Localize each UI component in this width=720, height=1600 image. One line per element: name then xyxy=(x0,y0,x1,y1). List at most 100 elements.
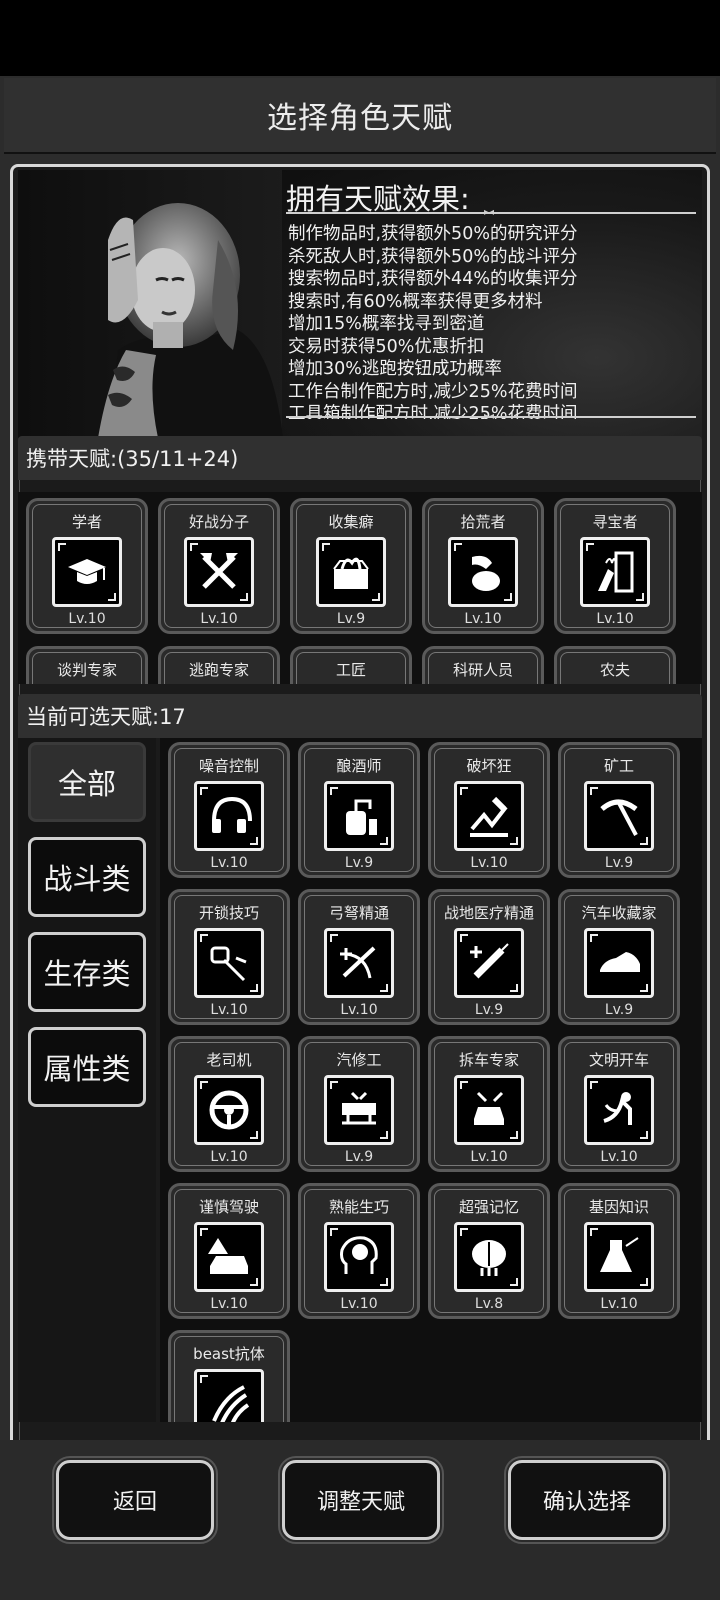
brain-head-icon xyxy=(324,1222,394,1292)
talent-card[interactable]: 战地医疗精通 Lv.9 xyxy=(428,889,550,1025)
talent-name: 老司机 xyxy=(206,1051,252,1069)
talent-name: 文明开车 xyxy=(588,1051,649,1069)
talent-name: 农夫 xyxy=(599,661,630,679)
talent-name: 开锁技巧 xyxy=(198,904,259,922)
talent-card[interactable]: 好战分子 Lv.10 xyxy=(158,498,280,634)
talent-card[interactable]: 老司机 Lv.10 xyxy=(168,1036,290,1172)
confirm-selection-button[interactable]: 确认选择 xyxy=(504,1456,670,1544)
carried-talent-grid[interactable]: 学者 Lv.10 好战分子 Lv.10 收集癖 Lv.9 拾荒者 Lv.10 寻宝者 Lv.10 谈… xyxy=(18,492,702,684)
talent-name: 弓弩精通 xyxy=(328,904,389,922)
talent-card[interactable]: 矿工 Lv.9 xyxy=(558,742,680,878)
talent-level: Lv.10 xyxy=(210,1002,248,1018)
talent-card[interactable]: 弓弩精通 Lv.10 xyxy=(298,889,420,1025)
talent-card[interactable]: 谨慎驾驶 Lv.10 xyxy=(168,1183,290,1319)
talent-card[interactable]: 酿酒师 Lv.9 xyxy=(298,742,420,878)
effects-list[interactable]: 制作物品时,获得额外50%的研究评分 杀死敌人时,获得额外50%的战斗评分 搜索物品… xyxy=(288,223,688,419)
talent-card[interactable]: 拆车专家 Lv.10 xyxy=(428,1036,550,1172)
headphones-icon xyxy=(194,781,264,851)
sack-icon xyxy=(448,537,518,607)
talent-card[interactable]: 科研人员 xyxy=(422,646,544,684)
talent-name: 酿酒师 xyxy=(336,757,382,775)
talent-level: Lv.9 xyxy=(336,611,366,627)
category-tab[interactable]: 全部 xyxy=(28,742,146,822)
page-title: 选择角色天赋 xyxy=(267,101,453,136)
category-tab[interactable]: 战斗类 xyxy=(28,837,146,917)
back-button[interactable]: 返回 xyxy=(52,1456,218,1544)
talent-card[interactable]: 基因知识 Lv.10 xyxy=(558,1183,680,1319)
talent-name: 学者 xyxy=(71,513,102,531)
carried-label: 携带天赋:(35/11+24) xyxy=(26,447,239,471)
effect-line: 制作物品时,获得额外50%的研究评分 xyxy=(288,224,578,244)
talent-name: 谨慎驾驶 xyxy=(198,1198,259,1216)
carried-header: 携带天赋:(35/11+24) xyxy=(18,436,702,480)
talent-name: 谈判专家 xyxy=(56,661,117,679)
talent-level: Lv.10 xyxy=(210,855,248,871)
sports-car-icon xyxy=(584,928,654,998)
available-label: 当前可选天赋:17 xyxy=(26,705,186,729)
talent-level: Lv.10 xyxy=(470,1149,508,1165)
talent-card[interactable]: 汽车收藏家 Lv.9 xyxy=(558,889,680,1025)
warning-car-icon xyxy=(194,1222,264,1292)
talent-card[interactable]: 汽修工 Lv.9 xyxy=(298,1036,420,1172)
category-tab[interactable]: 属性类 xyxy=(28,1027,146,1107)
talent-card[interactable]: 工匠 xyxy=(290,646,412,684)
talent-name: 基因知识 xyxy=(588,1198,649,1216)
talent-name: 科研人员 xyxy=(452,661,513,679)
talent-level: Lv.10 xyxy=(596,611,634,627)
talent-level: Lv.9 xyxy=(604,1002,634,1018)
talent-name: 矿工 xyxy=(603,757,634,775)
effect-line: 增加15%概率找寻到密道 xyxy=(288,314,485,334)
effects-divider-top: ▸◂ xyxy=(286,207,696,218)
available-talent-grid[interactable]: 噪音控制 Lv.10 酿酒师 Lv.9 破坏狂 Lv.10 矿工 Lv.9 开锁技巧 Lv.10 弓… xyxy=(160,738,702,1422)
effect-line: 搜索物品时,获得额外44%的收集评分 xyxy=(288,269,578,289)
talent-card[interactable]: 超强记忆 Lv.8 xyxy=(428,1183,550,1319)
still-icon xyxy=(324,781,394,851)
talent-name: beast抗体 xyxy=(193,1345,265,1363)
claw-marks-icon xyxy=(194,1369,264,1422)
talent-level: Lv.9 xyxy=(474,1002,504,1018)
talent-card[interactable]: beast抗体 xyxy=(168,1330,290,1422)
adjust-talent-button[interactable]: 调整天赋 xyxy=(278,1456,444,1544)
talent-card[interactable]: 文明开车 Lv.10 xyxy=(558,1036,680,1172)
talent-name: 汽修工 xyxy=(336,1051,382,1069)
effect-line: 工作台制作配方时,减少25%花费时间 xyxy=(288,381,578,402)
flask-icon xyxy=(584,1222,654,1292)
syringe-icon xyxy=(454,928,524,998)
talent-name: 汽车收藏家 xyxy=(581,904,657,922)
talent-name: 收集癖 xyxy=(328,513,374,531)
crossbow-icon xyxy=(324,928,394,998)
effect-line: 搜索时,有60%概率获得更多材料 xyxy=(288,291,543,312)
talent-card[interactable]: 破坏狂 Lv.10 xyxy=(428,742,550,878)
seated-driver-icon xyxy=(584,1075,654,1145)
talent-card[interactable]: 农夫 xyxy=(554,646,676,684)
talent-card[interactable]: 谈判专家 xyxy=(26,646,148,684)
talent-level: Lv.10 xyxy=(200,611,238,627)
talent-card[interactable]: 拾荒者 Lv.10 xyxy=(422,498,544,634)
category-tab[interactable]: 生存类 xyxy=(28,932,146,1012)
talent-card[interactable]: 收集癖 Lv.9 xyxy=(290,498,412,634)
talent-name: 工匠 xyxy=(335,661,366,679)
character-portrait xyxy=(98,203,283,438)
lockpick-icon xyxy=(194,928,264,998)
car-lift-icon xyxy=(324,1075,394,1145)
treasure-door-icon xyxy=(580,537,650,607)
talent-card[interactable]: 开锁技巧 Lv.10 xyxy=(168,889,290,1025)
talent-name: 噪音控制 xyxy=(198,757,259,775)
talent-card[interactable]: 学者 Lv.10 xyxy=(26,498,148,634)
graduation-cap-icon xyxy=(52,537,122,607)
category-sidebar: 全部战斗类生存类属性类 xyxy=(18,738,156,1422)
effects-divider-bottom: ▸◂ xyxy=(286,411,696,422)
talent-level: Lv.10 xyxy=(210,1296,248,1312)
effect-line: 交易时获得50%优惠折扣 xyxy=(288,336,485,357)
talent-card[interactable]: 熟能生巧 Lv.10 xyxy=(298,1183,420,1319)
talent-name: 好战分子 xyxy=(188,513,249,531)
talent-name: 逃跑专家 xyxy=(188,661,249,679)
pickaxe-icon xyxy=(584,781,654,851)
talent-card[interactable]: 逃跑专家 xyxy=(158,646,280,684)
talent-card[interactable]: 噪音控制 Lv.10 xyxy=(168,742,290,878)
title-bar: 选择角色天赋 xyxy=(4,78,716,154)
smash-icon xyxy=(454,781,524,851)
talent-level: Lv.8 xyxy=(474,1296,504,1312)
talent-name: 熟能生巧 xyxy=(328,1198,389,1216)
talent-card[interactable]: 寻宝者 Lv.10 xyxy=(554,498,676,634)
